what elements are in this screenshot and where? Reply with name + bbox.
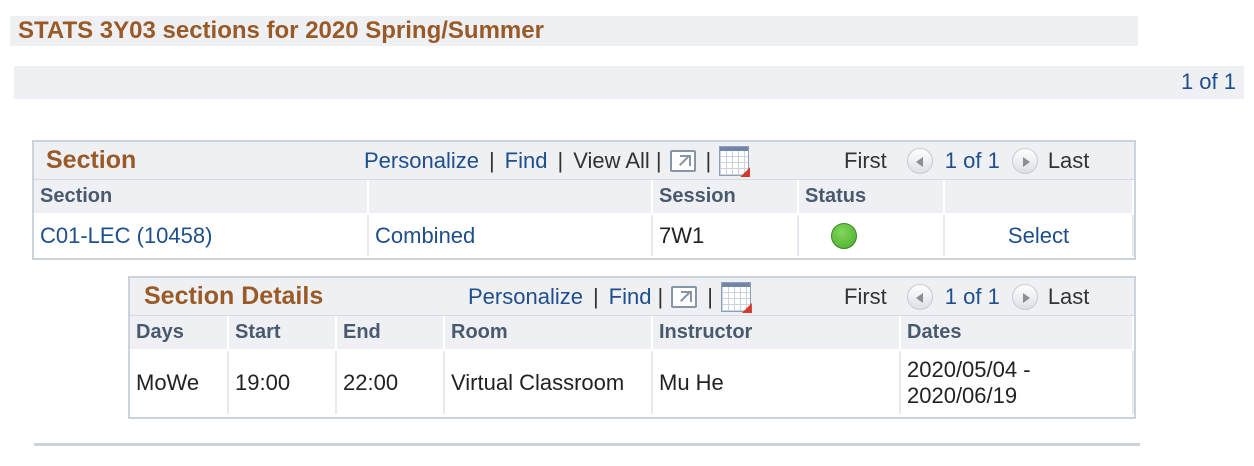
toolbar-separator: | [557, 148, 564, 173]
results-pager-bar: 1 of 1 [14, 66, 1244, 99]
toolbar-separator: | [705, 148, 712, 173]
row-count: 1 of 1 [944, 284, 1000, 309]
download-spreadsheet-icon[interactable] [719, 146, 750, 176]
section-grid-title: Section [46, 146, 137, 174]
meeting-start: 19:00 [228, 350, 337, 414]
column-header-dates: Dates [900, 316, 1134, 351]
previous-arrow-icon[interactable] [906, 148, 933, 174]
table-row: MoWe 19:00 22:00 Virtual Classroom Mu He… [130, 350, 1134, 414]
section-type: Combined [368, 214, 653, 256]
details-grid-toolbar: Personalize | Find | | [468, 282, 751, 312]
meeting-date-end: 2020/06/19 [907, 382, 1018, 408]
column-header-start: Start [228, 316, 337, 351]
column-header-action [944, 180, 1134, 215]
section-details-grid: Section Details Personalize | Find | | F… [128, 276, 1136, 419]
details-grid-header: Section Details Personalize | Find | | F… [130, 278, 1134, 316]
section-grid-nav: First 1 of 1 Last [844, 146, 1089, 176]
meeting-room: Virtual Classroom [444, 350, 653, 414]
column-header-days: Days [130, 316, 229, 351]
last-link[interactable]: Last [1048, 148, 1090, 174]
section-grid-header: Section Personalize | Find | View All | … [34, 142, 1134, 180]
find-link[interactable]: Find [505, 148, 548, 174]
view-all-link[interactable]: View All [573, 148, 650, 174]
first-link[interactable]: First [844, 284, 887, 310]
personalize-link[interactable]: Personalize [468, 284, 583, 310]
previous-arrow-icon[interactable] [906, 284, 933, 310]
meeting-days: MoWe [130, 350, 229, 414]
column-header-room: Room [444, 316, 653, 351]
first-link[interactable]: First [844, 148, 887, 174]
status-open-icon [831, 223, 857, 250]
select-link[interactable]: Select [944, 214, 1134, 256]
popout-icon[interactable] [669, 150, 696, 172]
section-grid: Section Personalize | Find | View All | … [32, 140, 1136, 260]
results-count: 1 of 1 [1180, 69, 1236, 94]
column-header-session: Session [652, 180, 799, 215]
section-table-header-row: Section Session Status [34, 180, 1134, 215]
details-grid-title: Section Details [144, 282, 324, 310]
toolbar-separator: | [655, 148, 662, 173]
column-header-status: Status [798, 180, 945, 215]
meeting-dates: 2020/05/04 - 2020/06/19 [900, 350, 1134, 414]
page-title: STATS 3Y03 sections for 2020 Spring/Summ… [18, 17, 544, 44]
column-header-end: End [336, 316, 445, 351]
section-grid-toolbar: Personalize | Find | View All | | [364, 146, 750, 176]
row-count: 1 of 1 [944, 148, 1000, 173]
meeting-instructor: Mu He [652, 350, 901, 414]
meeting-date-start: 2020/05/04 - [907, 356, 1031, 382]
section-session: 7W1 [652, 214, 799, 256]
table-row: C01-LEC (10458) Combined 7W1 Select [34, 214, 1134, 256]
section-status [798, 214, 945, 256]
next-arrow-icon[interactable] [1011, 148, 1038, 174]
column-header-type [368, 180, 653, 215]
details-table-header-row: Days Start End Room Instructor Dates [130, 316, 1134, 351]
section-code-link[interactable]: C01-LEC (10458) [34, 214, 369, 256]
details-table: Days Start End Room Instructor Dates MoW… [130, 316, 1134, 414]
column-header-instructor: Instructor [652, 316, 901, 351]
section-table: Section Session Status C01-LEC (10458) C… [34, 180, 1134, 256]
toolbar-separator: | [592, 284, 599, 309]
toolbar-separator: | [707, 284, 713, 309]
popout-icon[interactable] [671, 286, 698, 308]
column-header-section: Section [34, 180, 369, 215]
last-link[interactable]: Last [1048, 284, 1090, 310]
find-link[interactable]: Find [609, 284, 652, 310]
details-grid-nav: First 1 of 1 Last [844, 282, 1089, 312]
personalize-link[interactable]: Personalize [364, 148, 479, 174]
bottom-divider [34, 443, 1140, 446]
toolbar-separator: | [488, 148, 495, 173]
toolbar-separator: | [657, 284, 664, 309]
page-title-bar: STATS 3Y03 sections for 2020 Spring/Summ… [10, 16, 1138, 46]
download-spreadsheet-icon[interactable] [720, 282, 751, 312]
meeting-end: 22:00 [336, 350, 445, 414]
next-arrow-icon[interactable] [1011, 284, 1038, 310]
